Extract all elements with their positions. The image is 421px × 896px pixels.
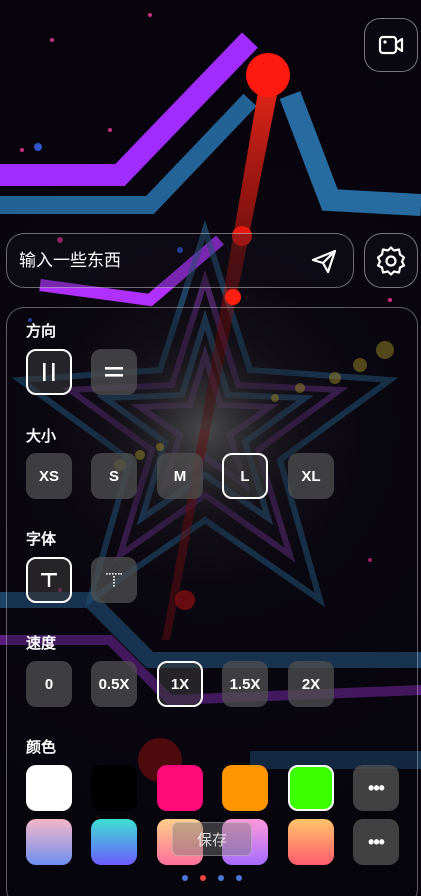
color-swatch-black[interactable] [91,765,137,811]
more-gradients-button[interactable]: ••• [353,819,399,865]
send-icon [311,249,337,273]
speed-option-0[interactable]: 0 [26,661,72,707]
speed-option-0-5x[interactable]: 0.5X [91,661,137,707]
font-dotted-t-icon [106,573,122,587]
font-t-icon [41,573,57,587]
gradient-swatch-1[interactable] [26,819,72,865]
message-input[interactable] [19,250,307,271]
size-option-m[interactable]: M [157,453,203,499]
text-input-bar [6,233,354,288]
video-camera-icon [378,35,404,55]
color-label: 颜色 [26,739,57,756]
settings-button[interactable] [364,233,418,288]
gradient-swatch-2[interactable] [91,819,137,865]
record-video-button[interactable] [364,18,418,72]
send-button[interactable] [307,244,341,278]
color-swatch-pink[interactable] [157,765,203,811]
size-option-xl[interactable]: XL [288,453,334,499]
size-label: 大小 [26,428,57,445]
color-swatch-white[interactable] [26,765,72,811]
font-solid-option[interactable] [26,557,72,603]
size-option-xs[interactable]: XS [26,453,72,499]
speed-option-2x[interactable]: 2X [288,661,334,707]
direction-horizontal-option[interactable] [91,349,137,395]
page-dot-4[interactable] [236,875,242,881]
speed-label: 速度 [26,635,57,652]
direction-vertical-option[interactable] [26,349,72,395]
speed-option-1x[interactable]: 1X [157,661,203,707]
gear-icon [376,245,406,276]
page-dot-3[interactable] [218,875,224,881]
save-button[interactable]: 保存 [172,822,252,856]
speed-option-1-5x[interactable]: 1.5X [222,661,268,707]
font-label: 字体 [26,531,57,548]
gradient-swatch-5[interactable] [288,819,334,865]
page-dot-1[interactable] [182,875,188,881]
horizontal-bars-icon [105,367,123,377]
color-swatch-green[interactable] [288,765,334,811]
size-option-l[interactable]: L [222,453,268,499]
font-dotted-option[interactable] [91,557,137,603]
color-swatch-orange[interactable] [222,765,268,811]
size-option-s[interactable]: S [91,453,137,499]
direction-label: 方向 [26,323,57,340]
page-dot-2[interactable] [200,875,206,881]
more-colors-button[interactable]: ••• [353,765,399,811]
vertical-bars-icon [43,363,55,381]
